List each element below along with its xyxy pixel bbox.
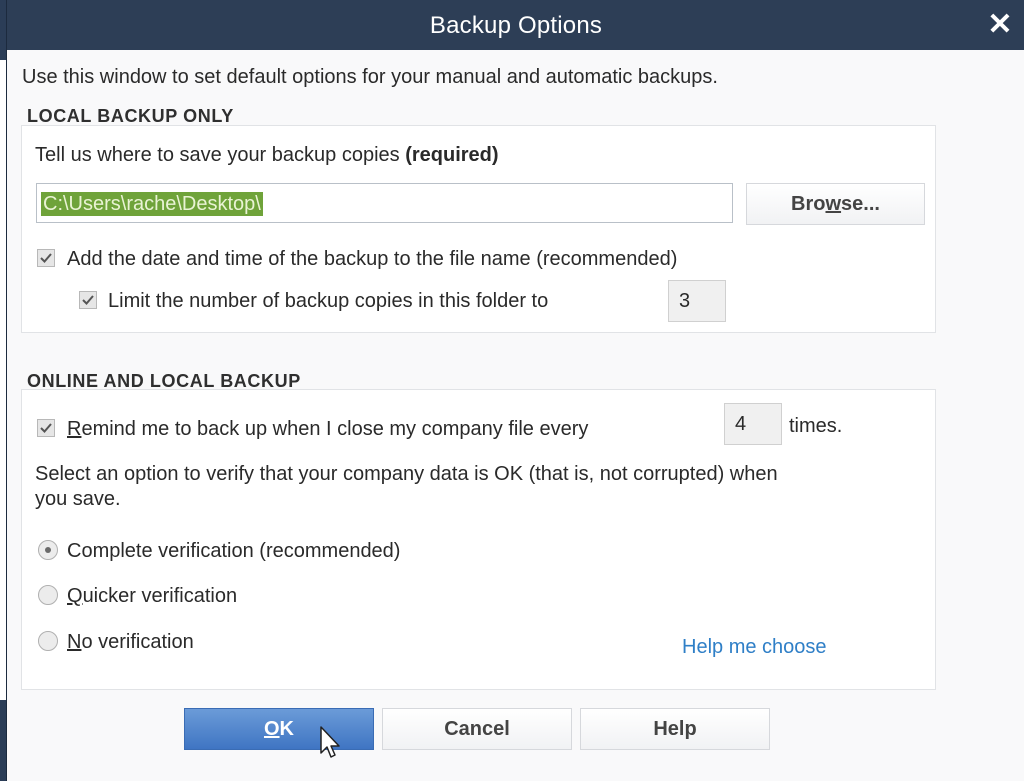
verify-description-line1: Select an option to verify that your com… [35, 463, 778, 485]
backup-path-value: C:\Users\rache\Desktop\ [41, 192, 263, 216]
intro-text: Use this window to set default options f… [22, 66, 718, 88]
checkmark-icon [82, 295, 94, 305]
window-title: Backup Options [429, 12, 603, 39]
times-label: times. [789, 415, 843, 437]
verify-description-line2: you save. [35, 488, 121, 510]
remind-count-input[interactable]: 4 [724, 403, 782, 445]
backup-path-input[interactable]: C:\Users\rache\Desktop\ [36, 183, 733, 223]
title-bar: Backup Options ✕ [7, 0, 1024, 50]
browse-button[interactable]: Browse... [746, 183, 925, 225]
checkmark-icon [40, 253, 52, 263]
complete-verification-label: Complete verification (recommended) [67, 540, 401, 562]
add-date-label: Add the date and time of the backup to t… [67, 248, 678, 270]
quicker-verification-radio[interactable] [38, 585, 58, 605]
cancel-button[interactable]: Cancel [382, 708, 572, 750]
limit-copies-checkbox[interactable] [79, 291, 97, 309]
remind-checkbox[interactable] [37, 419, 55, 437]
ok-button[interactable]: OK [184, 708, 374, 750]
quicker-verification-label: Quicker verification [67, 585, 238, 607]
mouse-pointer-icon [320, 726, 340, 758]
help-me-choose-link[interactable]: Help me choose [682, 636, 827, 659]
save-location-prompt-text: Tell us where to save your backup copies [35, 144, 406, 166]
remind-label: Remind me to back up when I close my com… [67, 418, 589, 440]
complete-verification-radio[interactable] [38, 540, 58, 560]
local-backup-heading: LOCAL BACKUP ONLY [27, 106, 234, 126]
close-icon[interactable]: ✕ [985, 10, 1015, 40]
backup-options-dialog: Backup Options ✕ Use this window to set … [6, 0, 1024, 781]
no-verification-label: No verification [67, 631, 194, 653]
save-location-prompt: Tell us where to save your backup copies… [35, 144, 499, 167]
limit-copies-input[interactable]: 3 [668, 280, 726, 322]
limit-copies-label: Limit the number of backup copies in thi… [108, 290, 549, 312]
no-verification-radio[interactable] [38, 631, 58, 651]
help-button[interactable]: Help [580, 708, 770, 750]
checkmark-icon [40, 423, 52, 433]
required-marker: (required) [405, 144, 499, 166]
add-date-checkbox[interactable] [37, 249, 55, 267]
